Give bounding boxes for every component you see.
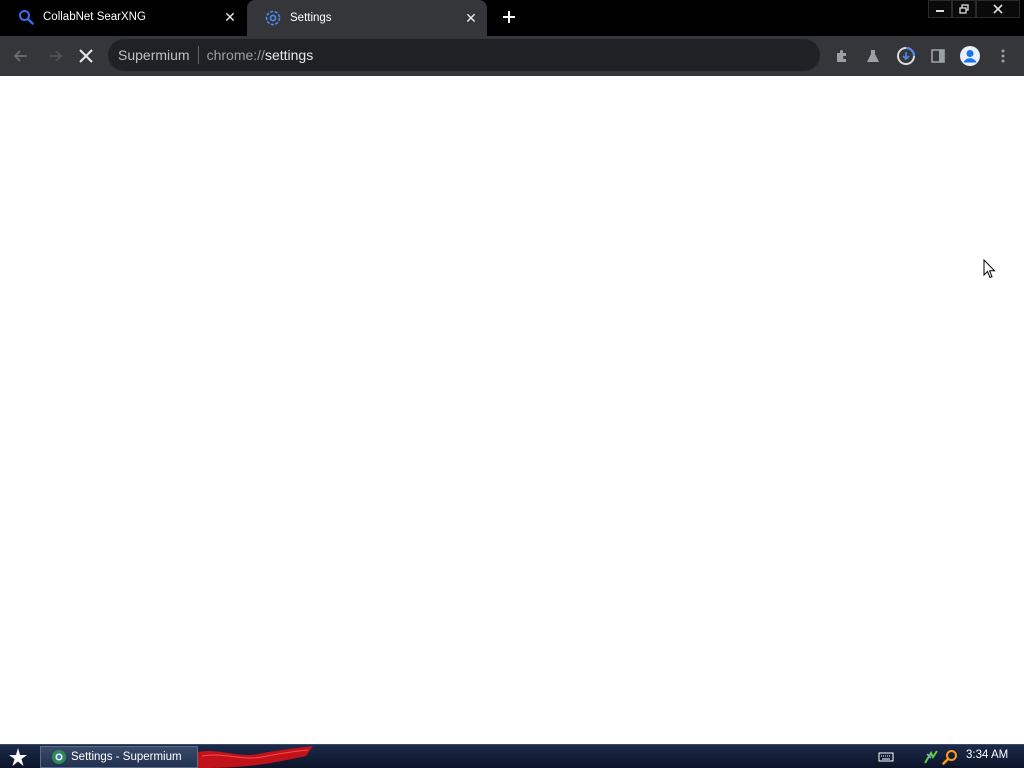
page-content-area[interactable] (0, 76, 1024, 744)
flask-icon (867, 50, 879, 62)
tab-title: CollabNet SearXNG (43, 11, 146, 23)
tab-collabnet-searxng[interactable]: CollabNet SearXNG ✕ (0, 0, 246, 34)
download-progress-icon (897, 47, 915, 65)
browser-toolbar: Supermium chrome://settings (0, 36, 1024, 76)
profile-button[interactable] (957, 43, 983, 69)
labs-button[interactable] (860, 43, 886, 69)
tab-settings[interactable]: Settings ✕ (247, 0, 487, 36)
taskbar-clock[interactable]: 3:34 AM (966, 749, 1008, 761)
forward-arrow-icon (49, 50, 63, 62)
back-arrow-icon (13, 50, 27, 62)
address-bar[interactable]: Supermium chrome://settings (108, 39, 820, 71)
close-tab-icon[interactable]: ✕ (463, 10, 479, 26)
avatar-icon (960, 46, 980, 66)
tab-title: Settings (290, 12, 332, 24)
extensions-button[interactable] (829, 43, 855, 69)
network-tray-icon[interactable] (923, 749, 939, 765)
minimize-window-button[interactable] (928, 0, 952, 18)
plus-icon (503, 11, 515, 23)
search-icon (18, 9, 34, 25)
menu-button[interactable] (990, 43, 1016, 69)
keyboard-tray-icon[interactable] (877, 749, 895, 765)
side-panel-button[interactable] (925, 43, 951, 69)
settings-favicon-icon (265, 10, 281, 26)
close-window-button[interactable] (976, 0, 1020, 18)
close-tab-icon[interactable]: ✕ (222, 9, 238, 25)
mouse-cursor-icon (983, 258, 997, 284)
restore-icon (959, 4, 969, 14)
new-tab-button[interactable] (498, 6, 520, 28)
side-panel-icon (931, 49, 945, 63)
omnibox-divider (197, 46, 199, 64)
back-button[interactable] (8, 43, 34, 69)
taskbar-item-label: Settings - Supermium (71, 751, 182, 763)
url-scheme: chrome:// (206, 47, 265, 63)
forward-button[interactable] (42, 43, 68, 69)
search-tray-icon[interactable] (942, 749, 958, 765)
decorative-flag-graphic (198, 746, 313, 768)
stop-icon (79, 49, 93, 63)
star-start-icon (9, 748, 27, 766)
close-icon (993, 4, 1003, 14)
tab-strip: CollabNet SearXNG ✕ Settings ✕ (0, 0, 1024, 36)
kebab-menu-icon (1001, 49, 1005, 63)
site-chip[interactable]: Supermium (118, 47, 190, 63)
start-button[interactable] (4, 746, 32, 768)
downloads-button[interactable] (893, 43, 919, 69)
stop-loading-button[interactable] (73, 43, 99, 69)
restore-window-button[interactable] (952, 0, 976, 18)
url-host: settings (264, 47, 314, 63)
minimize-icon (936, 10, 944, 12)
taskbar: Settings - Supermium 3:34 AM (0, 744, 1024, 768)
supermium-app-icon (52, 750, 66, 764)
taskbar-item-supermium[interactable]: Settings - Supermium (40, 746, 198, 768)
puzzle-icon (837, 50, 846, 62)
